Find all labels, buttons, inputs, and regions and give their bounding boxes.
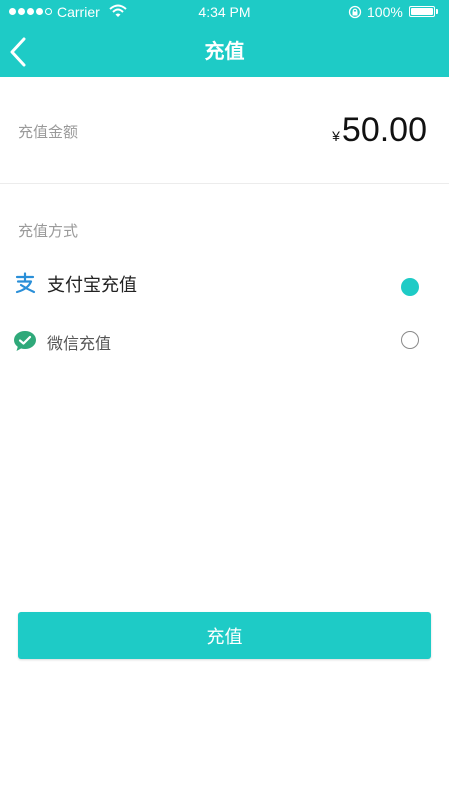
payment-option-wechat[interactable]: 微信充值	[0, 318, 449, 362]
alipay-radio-selected[interactable]	[401, 278, 419, 296]
alipay-icon	[13, 271, 37, 295]
amount-number: 50.00	[341, 111, 427, 149]
amount-row: 充值金额 ¥50.00	[0, 77, 449, 184]
wechat-radio-unselected[interactable]	[401, 331, 419, 349]
battery-icon	[409, 6, 435, 17]
wechat-label: 微信充值	[47, 334, 112, 353]
recharge-button[interactable]: 充值	[18, 612, 431, 659]
amount-value: ¥50.00	[332, 111, 427, 150]
navigation-header: Carrier 4:34 PM 100% 充值	[0, 0, 449, 77]
page-title: 充值	[204, 39, 245, 63]
payment-option-alipay[interactable]: 支付宝充值	[0, 262, 449, 306]
battery-percentage: 100%	[367, 4, 403, 20]
alipay-label: 支付宝充值	[47, 275, 137, 296]
amount-label: 充值金额	[18, 123, 79, 141]
rotation-lock-icon	[348, 5, 362, 22]
payment-method-label: 充值方式	[18, 222, 79, 240]
wechat-icon	[13, 329, 37, 353]
battery-tip	[436, 9, 438, 14]
currency-symbol: ¥	[332, 128, 340, 144]
status-bar: Carrier 4:34 PM 100%	[0, 0, 449, 24]
